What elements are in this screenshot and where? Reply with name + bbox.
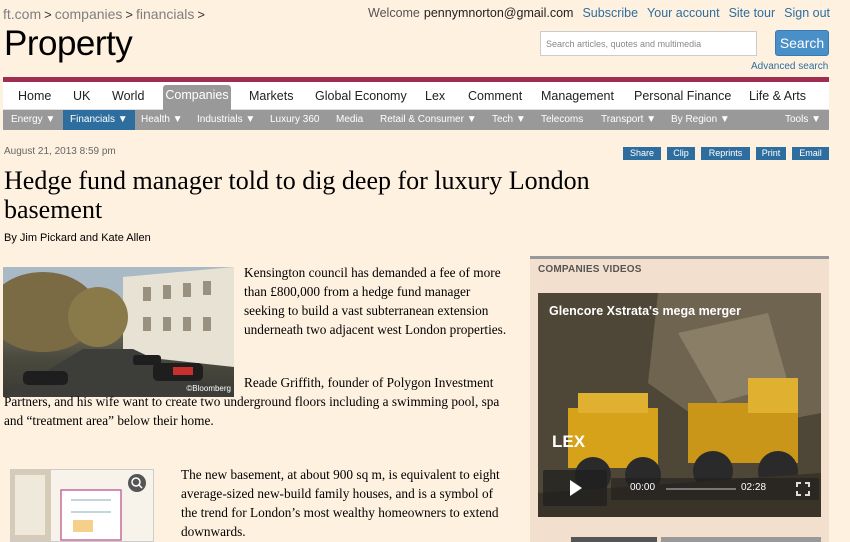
email-button[interactable]: Email [792, 147, 829, 160]
video-controls: 00:00 02:28 [541, 470, 819, 506]
article-date: August 21, 2013 8:59 pm [4, 146, 116, 157]
companies-videos-title: COMPANIES VIDEOS [538, 264, 642, 275]
clip-button[interactable]: Clip [667, 147, 695, 160]
nav-management[interactable]: Management [541, 82, 614, 110]
section-title: Property [4, 24, 133, 63]
subnav-telecoms[interactable]: Telecoms [541, 110, 583, 130]
video-progress-bar[interactable] [666, 488, 736, 490]
subnav-tech[interactable]: Tech ▼ [492, 110, 526, 130]
your-account-link[interactable]: Your account [647, 6, 720, 20]
video-title: Glencore Xstrata's mega merger [549, 304, 741, 318]
subnav-media[interactable]: Media [336, 110, 363, 130]
play-button[interactable] [543, 470, 607, 506]
user-email: pennymnorton@gmail.com [423, 6, 574, 20]
subnav-tools[interactable]: Tools ▼ [785, 110, 821, 130]
video-overlay-label: LEX [552, 432, 586, 451]
magnifier-icon[interactable] [128, 474, 146, 492]
nav-life-arts[interactable]: Life & Arts [749, 82, 806, 110]
nav-lex[interactable]: Lex [425, 82, 445, 110]
nav-uk[interactable]: UK [73, 82, 90, 110]
sub-nav: Energy ▼ Financials ▼ Health ▼ Industria… [3, 110, 829, 130]
play-icon [570, 480, 582, 496]
welcome-text: Welcome [368, 6, 420, 20]
breadcrumb-separator: > [125, 7, 134, 22]
search-button[interactable]: Search [775, 30, 829, 56]
video-tab-2[interactable] [661, 537, 821, 542]
fullscreen-icon [796, 482, 810, 496]
paragraph-1: Kensington council has demanded a fee of… [244, 265, 507, 337]
paragraph-2: Reade Griffith, founder of Polygon Inves… [4, 375, 500, 428]
subnav-health[interactable]: Health ▼ [141, 110, 183, 130]
nav-home[interactable]: Home [18, 82, 51, 110]
subnav-financials[interactable]: Financials ▼ [63, 110, 135, 130]
video-total-time: 02:28 [741, 482, 767, 493]
article-photo-plan[interactable] [10, 469, 154, 542]
subnav-retail-consumer[interactable]: Retail & Consumer ▼ [380, 110, 477, 130]
breadcrumb-financials[interactable]: financials [136, 6, 194, 22]
subnav-luxury360[interactable]: Luxury 360 [270, 110, 319, 130]
nav-comment[interactable]: Comment [468, 82, 522, 110]
nav-world[interactable]: World [112, 82, 144, 110]
sign-out-link[interactable]: Sign out [784, 6, 830, 20]
subnav-industrials[interactable]: Industrials ▼ [197, 110, 255, 130]
advanced-search-link[interactable]: Advanced search [751, 61, 828, 72]
main-nav: Home UK World Companies Markets Global E… [3, 82, 829, 110]
breadcrumb-companies[interactable]: companies [55, 6, 123, 22]
article-headline: Hedge fund manager told to dig deep for … [4, 166, 590, 224]
reprints-button[interactable]: Reprints [701, 147, 750, 160]
subnav-by-region[interactable]: By Region ▼ [671, 110, 730, 130]
nav-global-economy[interactable]: Global Economy [315, 82, 407, 110]
user-bar: Welcome pennymnorton@gmail.com Subscribe Yo… [368, 6, 830, 20]
video-tab-1[interactable] [571, 537, 657, 542]
subscribe-link[interactable]: Subscribe [582, 6, 638, 20]
breadcrumb-separator: > [44, 7, 52, 22]
article-byline: By Jim Pickard and Kate Allen [4, 232, 151, 244]
video-current-time: 00:00 [630, 482, 656, 493]
subnav-energy[interactable]: Energy ▼ [11, 110, 55, 130]
nav-companies[interactable]: Companies [163, 85, 231, 110]
nav-personal-finance[interactable]: Personal Finance [634, 82, 731, 110]
breadcrumb-separator: > [197, 7, 205, 22]
subnav-transport[interactable]: Transport ▼ [601, 110, 656, 130]
breadcrumb-ftcom[interactable]: ft.com [3, 6, 41, 22]
fullscreen-button[interactable] [794, 480, 812, 498]
paragraph-3: The new basement, at about 900 sq m, is … [181, 467, 500, 539]
nav-markets[interactable]: Markets [249, 82, 293, 110]
site-tour-link[interactable]: Site tour [729, 6, 776, 20]
breadcrumb: ft.com > companies > financials > [3, 6, 208, 22]
search-input[interactable] [540, 31, 757, 56]
share-button[interactable]: Share [623, 147, 661, 160]
print-button[interactable]: Print [756, 147, 786, 160]
